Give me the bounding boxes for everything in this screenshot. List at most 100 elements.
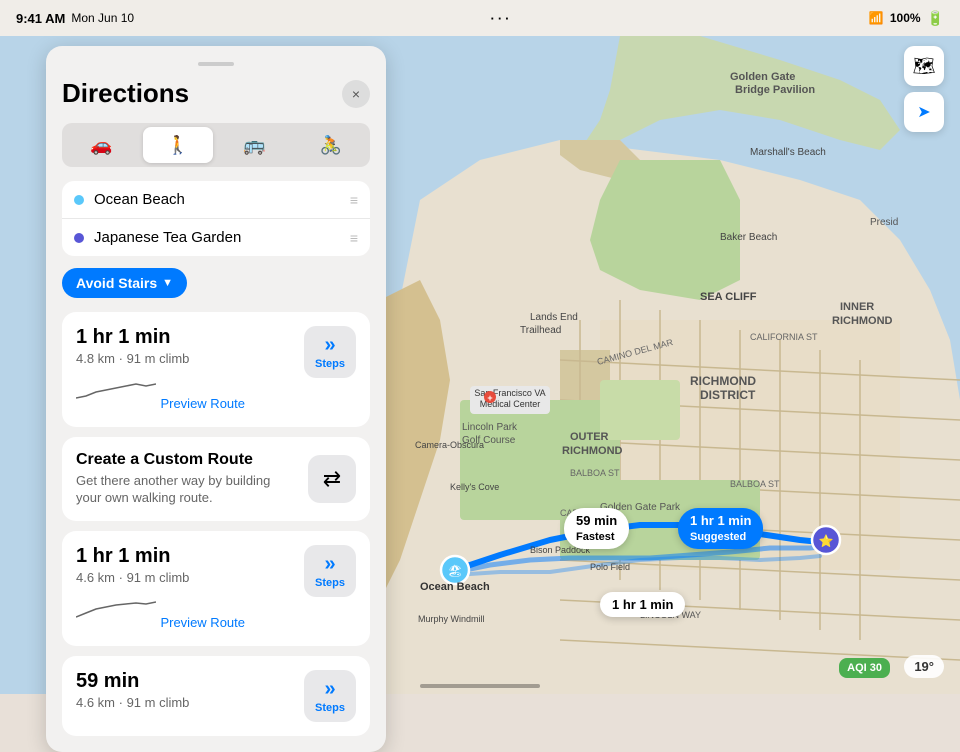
svg-text:RICHMOND: RICHMOND <box>562 445 623 457</box>
route-details-1: 4.8 km · 91 m climb <box>76 351 245 366</box>
svg-text:SEA CLIFF: SEA CLIFF <box>700 291 757 303</box>
plain-label-text: 1 hr 1 min <box>612 597 673 612</box>
close-button[interactable]: × <box>342 80 370 108</box>
svg-text:OUTER: OUTER <box>570 431 609 443</box>
route-time-3: 1 hr 1 min <box>76 545 245 568</box>
route-inputs: Ocean Beach ≡ Japanese Tea Garden ≡ <box>62 181 370 256</box>
preview-route-link-3[interactable]: Preview Route <box>160 615 245 630</box>
route-card-3: 1 hr 1 min 4.6 km · 91 m climb Preview R… <box>62 531 370 646</box>
route-label-plain[interactable]: 1 hr 1 min <box>600 592 685 617</box>
destination-row: Japanese Tea Garden ≡ <box>62 219 370 256</box>
panel-header: Directions × <box>62 78 370 109</box>
transport-modes: 🚗 🚶 🚌 🚴 <box>62 123 370 167</box>
steps-label-3: Steps <box>315 577 345 589</box>
elevation-chart-1 <box>76 374 156 402</box>
steps-chevrons-4: » <box>324 678 335 701</box>
route-customize-icon: ⇄ <box>323 466 341 492</box>
svg-text:INNER: INNER <box>840 301 874 313</box>
fastest-label-line1: 59 min <box>576 513 617 530</box>
steps-button-1[interactable]: » Steps <box>304 326 356 378</box>
map-type-icon: 🗺 <box>913 56 936 77</box>
suggested-label-line2: Suggested <box>690 530 751 544</box>
custom-route-icon: ⇄ <box>308 455 356 503</box>
route-label-fastest[interactable]: 59 min Fastest <box>564 508 629 549</box>
svg-text:Trailhead: Trailhead <box>520 325 561 336</box>
chevron-down-icon: ▼ <box>162 277 173 289</box>
close-icon: × <box>352 86 360 102</box>
steps-label-1: Steps <box>315 358 345 370</box>
avoid-stairs-button[interactable]: Avoid Stairs ▼ <box>62 268 187 298</box>
svg-text:Bridge Pavilion: Bridge Pavilion <box>735 84 815 96</box>
svg-text:RICHMOND: RICHMOND <box>690 374 756 388</box>
walk-icon: 🚶 <box>167 135 189 156</box>
wifi-icon: 📶 <box>869 11 884 25</box>
svg-text:Presid: Presid <box>870 217 898 228</box>
route-card-3-main: 1 hr 1 min 4.6 km · 91 m climb Preview R… <box>76 545 356 632</box>
elevation-chart-3 <box>76 593 156 621</box>
location-icon: ➤ <box>917 102 930 122</box>
status-bar-right: 📶 100% 🔋 <box>869 10 944 27</box>
transport-transit[interactable]: 🚌 <box>219 127 290 163</box>
svg-text:CALIFORNIA ST: CALIFORNIA ST <box>750 332 818 342</box>
origin-dot <box>74 195 84 205</box>
dots-indicator: ··· <box>491 11 513 26</box>
route-card-4-main: 59 min 4.6 km · 91 m climb » Steps <box>76 670 356 722</box>
suggested-label-line1: 1 hr 1 min <box>690 513 751 530</box>
status-bar-left: 9:41 AM Mon Jun 10 <box>16 11 134 26</box>
battery-icon: 🔋 <box>927 10 944 27</box>
transport-cycle[interactable]: 🚴 <box>296 127 367 163</box>
avoid-stairs-label: Avoid Stairs <box>76 275 157 291</box>
map-btn-group: 🗺 ➤ <box>904 46 944 132</box>
steps-button-4[interactable]: » Steps <box>304 670 356 722</box>
route-time-4: 59 min <box>76 670 189 693</box>
svg-text:⭐: ⭐ <box>819 534 834 548</box>
status-date: Mon Jun 10 <box>71 11 134 25</box>
custom-route-card[interactable]: Create a Custom Route Get there another … <box>62 437 370 521</box>
destination-label: Japanese Tea Garden <box>94 229 340 246</box>
transport-drive[interactable]: 🚗 <box>66 127 137 163</box>
cycle-icon: 🚴 <box>320 135 342 156</box>
panel-title: Directions <box>62 78 189 109</box>
aqi-text: AQI 30 <box>847 662 882 674</box>
steps-label-4: Steps <box>315 702 345 714</box>
status-time: 9:41 AM <box>16 11 65 26</box>
temperature-badge: 19° <box>904 655 944 678</box>
temperature-text: 19° <box>914 659 934 674</box>
route-card-4: 59 min 4.6 km · 91 m climb » Steps <box>62 656 370 736</box>
route-card-1: 1 hr 1 min 4.8 km · 91 m climb Preview R… <box>62 312 370 427</box>
transport-walk[interactable]: 🚶 <box>143 127 214 163</box>
svg-text:Ocean Beach: Ocean Beach <box>420 581 490 593</box>
route-card-1-main: 1 hr 1 min 4.8 km · 91 m climb Preview R… <box>76 326 356 413</box>
battery-pct: 100% <box>890 11 921 25</box>
svg-text:BALBOA ST: BALBOA ST <box>730 479 780 489</box>
fastest-label-line2: Fastest <box>576 530 617 544</box>
drag-handle <box>198 62 234 66</box>
status-bar: 9:41 AM Mon Jun 10 ··· 📶 100% 🔋 <box>0 0 960 36</box>
bus-icon: 🚌 <box>243 135 265 156</box>
status-bar-center: ··· <box>491 11 513 26</box>
aqi-badge: AQI 30 <box>839 658 890 678</box>
route-label-suggested[interactable]: 1 hr 1 min Suggested <box>678 508 763 549</box>
svg-text:BALBOA ST: BALBOA ST <box>570 468 620 478</box>
preview-route-link-1[interactable]: Preview Route <box>160 396 245 411</box>
svg-text:🏖: 🏖 <box>447 564 462 578</box>
svg-text:Golden Gate: Golden Gate <box>730 71 795 83</box>
map-type-button[interactable]: 🗺 <box>904 46 944 86</box>
svg-text:Kelly's Cove: Kelly's Cove <box>450 482 499 492</box>
location-button[interactable]: ➤ <box>904 92 944 132</box>
steps-button-3[interactable]: » Steps <box>304 545 356 597</box>
directions-panel: Directions × 🚗 🚶 🚌 🚴 Ocean Beach ≡ Japan… <box>46 46 386 752</box>
custom-route-title: Create a Custom Route <box>76 451 298 469</box>
svg-text:DISTRICT: DISTRICT <box>700 388 756 402</box>
route-details-4: 4.6 km · 91 m climb <box>76 695 189 710</box>
drag-handle-icon-2: ≡ <box>350 230 358 246</box>
origin-label: Ocean Beach <box>94 191 340 208</box>
svg-text:Camera-Obscura: Camera-Obscura <box>415 440 484 450</box>
steps-chevrons-1: » <box>324 334 335 357</box>
custom-route-desc: Get there another way by building your o… <box>76 473 298 507</box>
svg-text:RICHMOND: RICHMOND <box>832 315 893 327</box>
route-details-3: 4.6 km · 91 m climb <box>76 570 245 585</box>
svg-text:Baker Beach: Baker Beach <box>720 232 777 243</box>
svg-text:Lincoln Park: Lincoln Park <box>462 422 518 433</box>
route-info-1: 1 hr 1 min 4.8 km · 91 m climb Preview R… <box>76 326 245 413</box>
